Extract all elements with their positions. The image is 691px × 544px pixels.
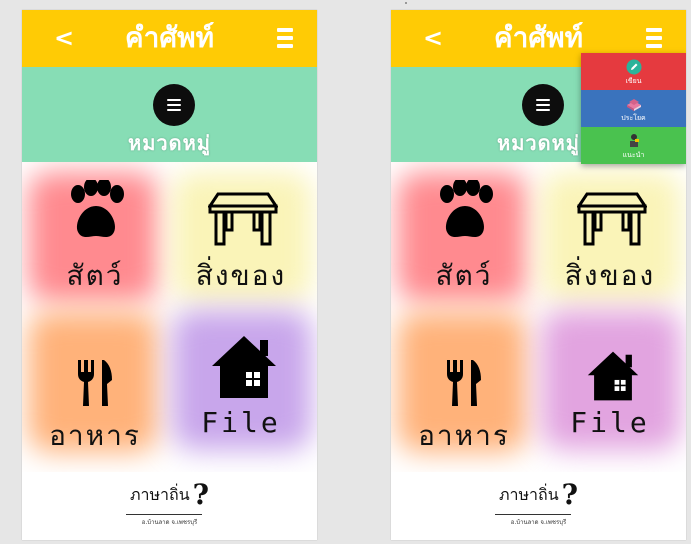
footer-divider	[495, 514, 571, 515]
page-title: คำศัพท์	[493, 21, 584, 54]
paw-icon	[440, 180, 493, 237]
menu-label-sentence: ประโยค	[621, 113, 646, 122]
category-bar: หมวดหมู่	[22, 67, 317, 162]
menu-item-write[interactable]: เขียน	[581, 53, 686, 90]
menu-label-write: เขียน	[625, 76, 642, 85]
tile-label-animals: สัตว์	[435, 259, 493, 292]
hamburger-menu-icon[interactable]	[646, 28, 662, 48]
footer-divider	[126, 514, 202, 515]
tile-label-food: อาหาร	[49, 419, 141, 452]
menu-item-guide[interactable]: แนะนำ	[581, 127, 686, 164]
tile-label-food: อาหาร	[418, 419, 510, 452]
page-title: คำศัพท์	[124, 21, 215, 54]
tile-animals[interactable]: สัตว์	[391, 162, 537, 312]
app-header: < คำศัพท์	[22, 10, 317, 67]
footer-subtitle: อ.บ้านลาด จ.เพชรบุรี	[141, 519, 198, 526]
tile-label-file: File	[201, 406, 281, 439]
menu-circle-icon[interactable]	[522, 84, 564, 126]
tile-food[interactable]: อาหาร	[22, 314, 168, 464]
tile-label-things: สิ่งของ	[564, 259, 656, 292]
guide-icon	[629, 133, 639, 147]
tile-label-animals: สัตว์	[66, 259, 124, 292]
tile-file[interactable]: File	[168, 314, 314, 464]
hamburger-menu-icon[interactable]	[277, 28, 293, 48]
menu-label-guide: แนะนำ	[622, 150, 645, 159]
footer-subtitle: อ.บ้านลาด จ.เพชรบุรี	[510, 519, 567, 526]
screen-vocabulary: < คำศัพท์ หมวดหมู่ สัตว์ สิ่งของ อาหาร F…	[22, 10, 317, 540]
house-icon	[212, 336, 276, 398]
tile-label-file: File	[570, 406, 650, 439]
footer: ภาษาถิ่น? อ.บ้านลาด จ.เพชรบุรี	[391, 472, 686, 540]
table-icon	[577, 192, 647, 246]
tile-food[interactable]: อาหาร	[391, 314, 537, 464]
menu-item-sentence[interactable]: ประโยค	[581, 90, 686, 127]
question-mark: ?	[561, 478, 579, 511]
logo-text: ภาษาถิ่น	[498, 485, 559, 504]
question-mark: ?	[192, 478, 210, 511]
screen-vocabulary-menu-open: < คำศัพท์ หมวดหมู่ สัตว์ สิ่งของ อาหาร F…	[391, 10, 686, 540]
tile-things[interactable]: สิ่งของ	[537, 162, 683, 312]
menu-circle-icon[interactable]	[153, 84, 195, 126]
house-icon	[587, 351, 639, 401]
tile-label-things: สิ่งของ	[195, 259, 287, 292]
tile-things[interactable]: สิ่งของ	[168, 162, 314, 312]
category-grid: สัตว์ สิ่งของ อาหาร File	[22, 162, 317, 472]
fork-knife-icon	[78, 360, 112, 406]
stray-dot	[405, 2, 407, 4]
category-grid: สัตว์ สิ่งของ อาหาร File	[391, 162, 686, 472]
paw-icon	[71, 180, 124, 237]
dropdown-menu: เขียน ประโยค แนะนำ	[581, 53, 686, 164]
app-logo: ภาษาถิ่น?	[22, 478, 317, 511]
tile-animals[interactable]: สัตว์	[22, 162, 168, 312]
logo-text: ภาษาถิ่น	[129, 485, 190, 504]
pencil-icon	[626, 59, 641, 74]
app-logo: ภาษาถิ่น?	[391, 478, 686, 511]
fork-knife-icon	[447, 360, 481, 406]
category-label: หมวดหมู่	[128, 131, 211, 155]
table-icon	[208, 192, 278, 246]
tile-file[interactable]: File	[537, 314, 683, 464]
book-icon	[626, 98, 641, 111]
footer: ภาษาถิ่น? อ.บ้านลาด จ.เพชรบุรี	[22, 472, 317, 540]
